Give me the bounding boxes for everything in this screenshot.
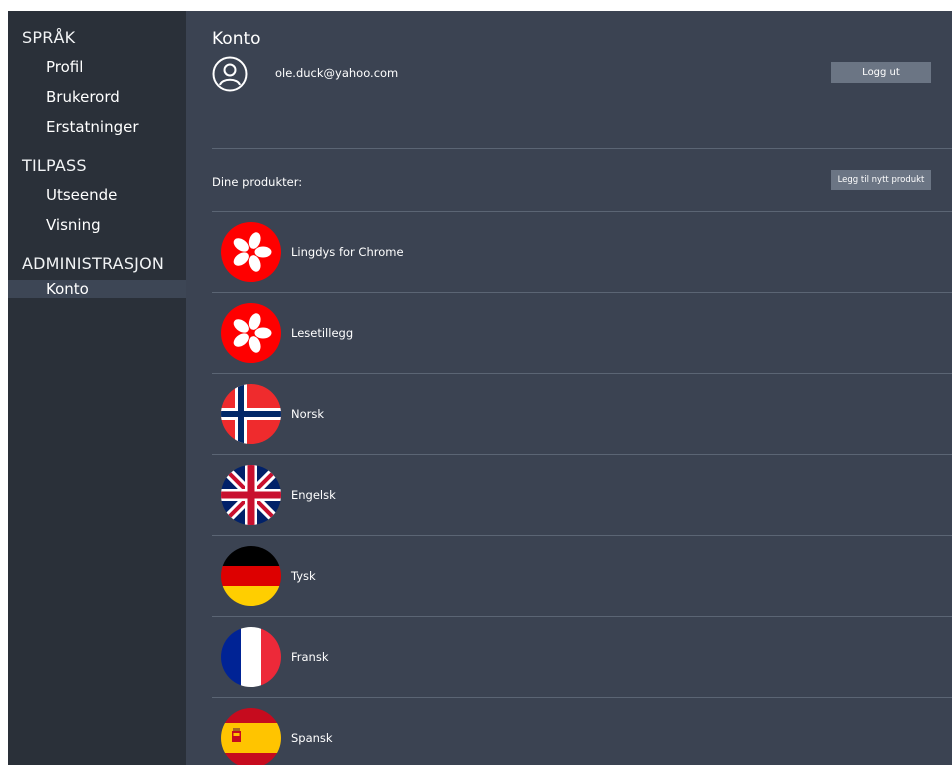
sidebar-item-brukerord[interactable]: Brukerord <box>8 82 186 112</box>
product-row-fransk[interactable]: Fransk <box>212 617 952 697</box>
sidebar-item-erstatninger[interactable]: Erstatninger <box>8 112 186 142</box>
sidebar-item-utseende[interactable]: Utseende <box>8 180 186 210</box>
product-row-lingdys-chrome[interactable]: Lingdys for Chrome <box>212 212 952 292</box>
product-name: Norsk <box>291 407 325 421</box>
account-email: ole.duck@yahoo.com <box>275 66 399 80</box>
app-frame: SPRÅK Profil Brukerord Erstatninger TILP… <box>8 11 952 765</box>
add-product-button[interactable]: Legg til nytt produkt <box>831 170 931 190</box>
section-title-administrasjon: ADMINISTRASJON <box>22 254 165 273</box>
lingdys-flower-icon <box>221 222 281 282</box>
product-name: Lingdys for Chrome <box>291 245 404 259</box>
products-label: Dine produkter: <box>212 175 303 189</box>
product-row-norsk[interactable]: Norsk <box>212 374 952 454</box>
germany-flag-icon <box>221 546 281 606</box>
sidebar-item-visning[interactable]: Visning <box>8 210 186 240</box>
sidebar-item-profil[interactable]: Profil <box>8 52 186 82</box>
sidebar: SPRÅK Profil Brukerord Erstatninger TILP… <box>8 11 186 765</box>
product-name: Tysk <box>291 569 316 583</box>
section-title-sprak: SPRÅK <box>22 28 76 47</box>
product-row-spansk[interactable]: Spansk <box>212 698 952 765</box>
product-name: Engelsk <box>291 488 336 502</box>
divider <box>212 148 952 149</box>
user-avatar-icon <box>212 56 248 92</box>
spain-flag-icon <box>221 708 281 765</box>
product-row-engelsk[interactable]: Engelsk <box>212 455 952 535</box>
france-flag-icon <box>221 627 281 687</box>
section-title-tilpass: TILPASS <box>22 156 87 175</box>
product-row-tysk[interactable]: Tysk <box>212 536 952 616</box>
product-name: Fransk <box>291 650 329 664</box>
main-panel: Konto ole.duck@yahoo.com Logg ut Dine pr… <box>186 11 952 765</box>
page-title: Konto <box>212 29 261 49</box>
sidebar-item-konto[interactable]: Konto <box>8 280 186 298</box>
norway-flag-icon <box>221 384 281 444</box>
product-name: Spansk <box>291 731 333 745</box>
uk-flag-icon <box>221 465 281 525</box>
product-row-lesetillegg[interactable]: Lesetillegg <box>212 293 952 373</box>
lingdys-flower-icon <box>221 303 281 363</box>
logout-button[interactable]: Logg ut <box>831 62 931 83</box>
product-name: Lesetillegg <box>291 326 354 340</box>
